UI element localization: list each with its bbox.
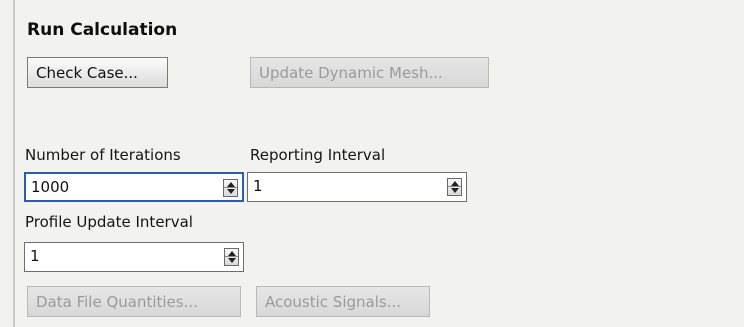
spinner-down-arrow-icon[interactable] (227, 189, 235, 194)
acoustic-signals-button[interactable]: Acoustic Signals... (256, 286, 430, 317)
iterations-spinner[interactable]: 1000 (24, 172, 244, 202)
data-file-quantities-button[interactable]: Data File Quantities... (27, 286, 241, 317)
spinner-down-arrow-icon[interactable] (228, 258, 236, 263)
spinner-divider (448, 186, 461, 187)
check-case-button[interactable]: Check Case... (27, 57, 168, 88)
update-dynamic-mesh-button[interactable]: Update Dynamic Mesh... (250, 57, 489, 88)
profile-update-interval-value[interactable]: 1 (30, 247, 40, 265)
reporting-interval-label: Reporting Interval (250, 146, 386, 164)
spinner-up-down-icon[interactable] (224, 248, 239, 266)
spinner-down-arrow-icon[interactable] (451, 188, 459, 193)
iterations-label: Number of Iterations (25, 146, 181, 164)
spinner-divider (225, 256, 238, 257)
spinner-divider (224, 187, 237, 188)
profile-update-interval-spinner[interactable]: 1 (24, 242, 244, 272)
spinner-up-down-icon[interactable] (447, 178, 462, 196)
reporting-interval-spinner[interactable]: 1 (247, 172, 467, 202)
spinner-up-down-icon[interactable] (223, 179, 238, 197)
profile-update-interval-label: Profile Update Interval (25, 213, 193, 231)
iterations-value[interactable]: 1000 (31, 178, 69, 196)
reporting-interval-value[interactable]: 1 (253, 177, 263, 195)
section-title: Run Calculation (27, 20, 178, 40)
panel-border (13, 0, 15, 327)
run-calculation-panel: Run Calculation Check Case... Update Dyn… (0, 0, 744, 327)
